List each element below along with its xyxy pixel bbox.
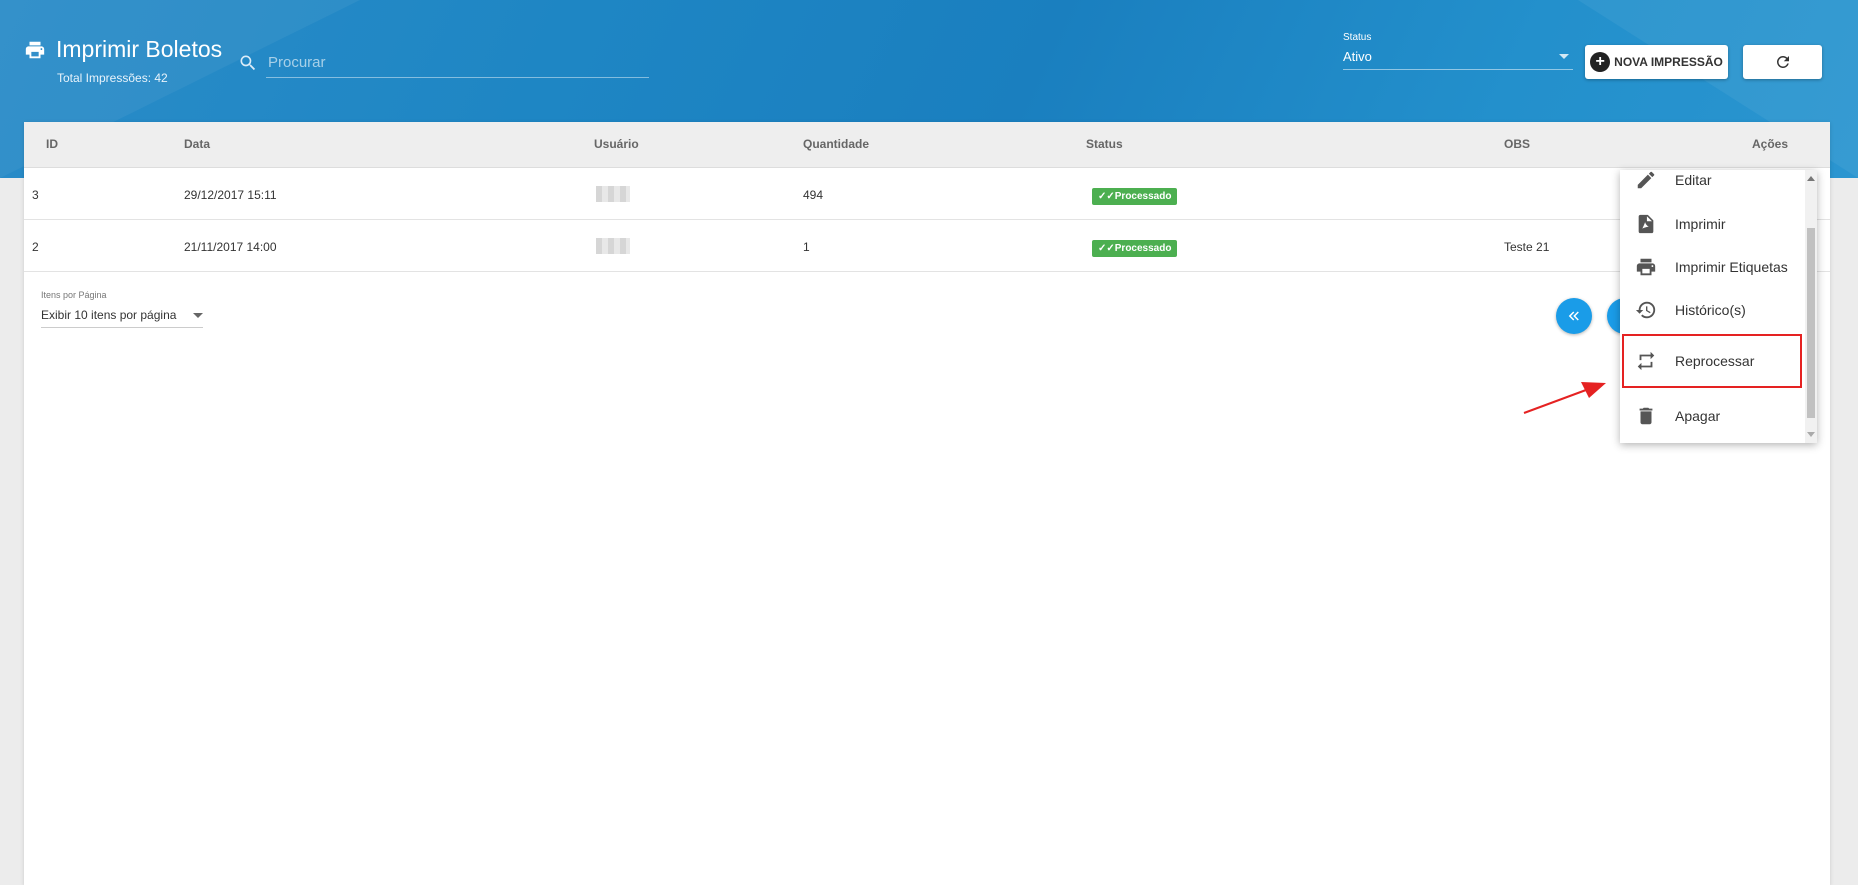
refresh-button[interactable] [1743,45,1822,79]
table-row[interactable]: 2 21/11/2017 14:00 1 ✓✓Processado Teste … [24,220,1830,272]
status-filter-value[interactable]: Ativo [1343,49,1573,70]
menu-scrollbar[interactable] [1805,170,1817,443]
status-filter-label: Status [1343,32,1372,43]
cell-usuario-redacted [596,238,630,254]
table-row[interactable]: 3 29/12/2017 15:11 494 ✓✓Processado [24,168,1830,220]
pencil-icon [1637,171,1655,189]
status-filter[interactable]: Status Ativo [1343,32,1573,70]
col-id: ID [46,137,58,151]
status-filter-selected: Ativo [1343,49,1372,64]
search-bar [238,48,649,78]
page-title-group: Imprimir Boletos [24,36,222,63]
table-header: ID Data Usuário Quantidade Status OBS Aç… [24,122,1830,168]
search-icon [240,55,256,71]
refresh-icon [1776,56,1789,68]
menu-item-reprocessar[interactable]: Reprocessar [1622,334,1802,388]
cell-quantidade: 1 [803,240,810,254]
cell-data: 21/11/2017 14:00 [184,240,277,254]
trash-icon [1639,407,1653,425]
col-data: Data [184,137,211,151]
annotation-arrow-icon [1523,382,1606,414]
repeat-icon [1637,351,1655,371]
scroll-thumb[interactable] [1807,228,1815,418]
items-per-page-value[interactable]: Exibir 10 itens por página [41,308,203,328]
chevron-down-icon [1559,54,1569,59]
plus-circle-icon: + [1590,52,1611,72]
cell-quantidade: 494 [803,188,824,202]
menu-item-imprimir-etiquetas[interactable]: Imprimir Etiquetas [1620,245,1802,289]
check-icon: ✓✓ [1098,191,1115,202]
new-print-button[interactable]: + NOVA IMPRESSÃO [1585,45,1728,79]
menu-item-historico[interactable]: Histórico(s) [1620,288,1802,332]
history-icon [1635,301,1656,319]
scroll-up-icon[interactable] [1807,176,1815,181]
cell-id: 2 [32,240,39,254]
items-per-page-label: Itens por Página [41,290,107,300]
first-page-button[interactable] [1556,298,1592,334]
pdf-icon [1638,214,1654,234]
printer-icon [1636,258,1656,276]
col-status: Status [1086,137,1123,151]
page-title: Imprimir Boletos [56,36,223,62]
printer-icon [25,41,45,58]
scroll-down-icon[interactable] [1807,432,1815,437]
menu-item-editar[interactable]: Editar [1620,170,1802,202]
actions-menu: Editar Imprimir Imprimir Etiquetas Histó… [1620,170,1817,443]
items-per-page-select[interactable]: Itens por Página Exibir 10 itens por pág… [41,290,203,328]
col-usuario: Usuário [594,137,639,151]
cell-usuario-redacted [596,186,630,202]
cell-data: 29/12/2017 15:11 [184,188,277,202]
double-chevron-left-icon [1568,311,1579,321]
cell-id: 3 [32,188,39,202]
col-quantidade: Quantidade [803,137,870,151]
status-badge: ✓✓Processado [1092,188,1178,205]
cell-obs: Teste 21 [1504,240,1550,254]
col-obs: OBS [1504,137,1531,151]
total-impressions: Total Impressões: 42 [57,71,168,85]
status-badge: ✓✓Processado [1092,240,1178,257]
check-icon: ✓✓ [1098,243,1115,254]
data-table-card: ID Data Usuário Quantidade Status OBS Aç… [24,122,1830,885]
menu-item-imprimir[interactable]: Imprimir [1620,202,1802,246]
col-acoes: Ações [1752,137,1789,151]
new-print-label: NOVA IMPRESSÃO [1614,55,1723,69]
search-input[interactable] [266,48,649,78]
menu-item-apagar[interactable]: Apagar [1620,394,1802,438]
chevron-down-icon [193,312,203,318]
